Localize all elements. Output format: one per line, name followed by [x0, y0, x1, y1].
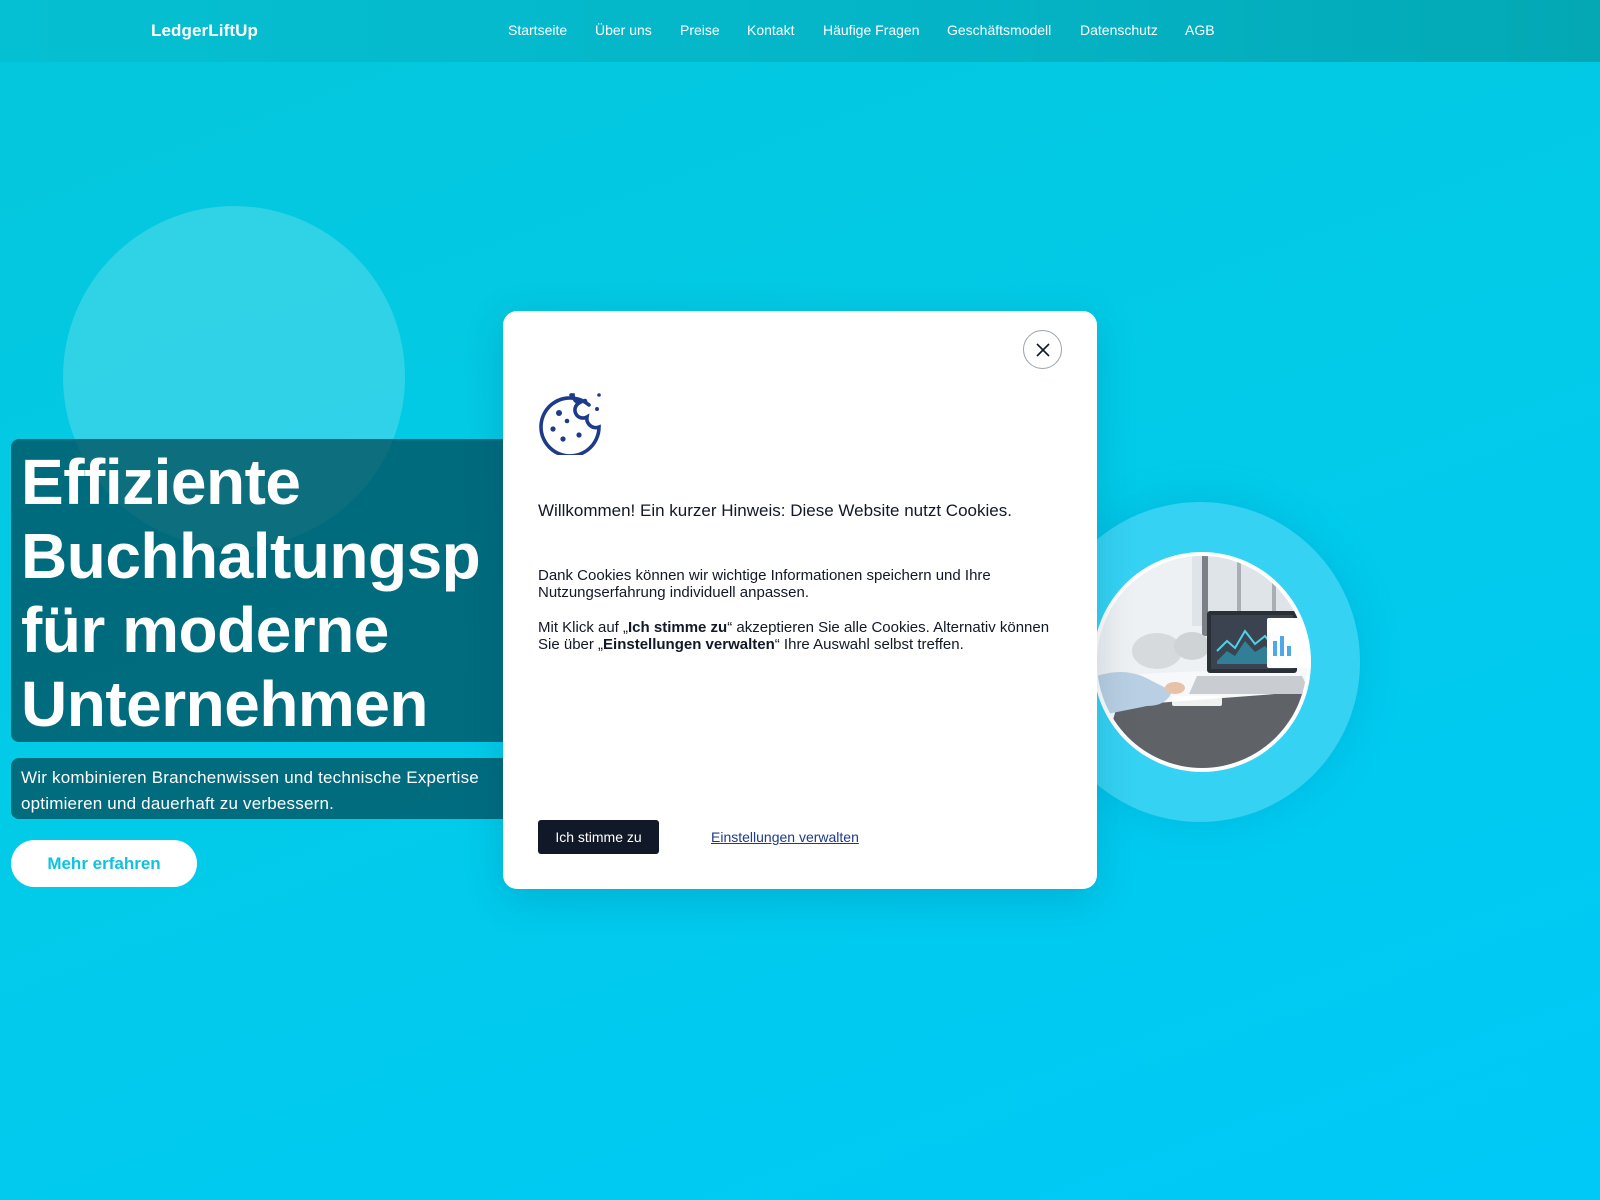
- manage-settings-link[interactable]: Einstellungen verwalten: [711, 829, 859, 845]
- nav-link-haeufige-fragen[interactable]: Häufige Fragen: [823, 22, 920, 38]
- hero-title-line: Unternehmen: [21, 668, 429, 740]
- top-navigation-bar: LedgerLiftUp Startseite Über uns Preise …: [0, 0, 1600, 62]
- hero-title-line: Effiziente: [21, 446, 301, 518]
- office-laptop-illustration: [1097, 556, 1307, 768]
- hero-title-line: Buchhaltungsp: [21, 520, 481, 592]
- cookie-dialog-title: Willkommen! Ein kurzer Hinweis: Diese We…: [538, 501, 1012, 520]
- hero-subtitle-line: optimieren und dauerhaft zu verbessern.: [21, 794, 335, 813]
- nav-link-startseite[interactable]: Startseite: [508, 22, 567, 38]
- nav-link-preise[interactable]: Preise: [680, 22, 720, 38]
- instructions-manage-ref: Einstellungen verwalten: [603, 636, 775, 653]
- main-nav: Startseite Über uns Preise Kontakt Häufi…: [0, 22, 1600, 42]
- hero-subtitle-panel: Wir kombinieren Branchenwissen und techn…: [11, 758, 531, 819]
- nav-link-agb[interactable]: AGB: [1185, 22, 1215, 38]
- hero-subtitle: Wir kombinieren Branchenwissen und techn…: [21, 765, 531, 817]
- cookie-consent-dialog: Willkommen! Ein kurzer Hinweis: Diese We…: [503, 311, 1097, 889]
- cookie-icon: [539, 393, 601, 455]
- hero-title: Effiziente Buchhaltungsp für moderne Unt…: [21, 445, 531, 741]
- cookie-dialog-instructions: Mit Klick auf „Ich stimme zu“ akzeptiere…: [538, 619, 1068, 653]
- hero-title-line: für moderne: [21, 594, 389, 666]
- instructions-text: “ Ihre Auswahl selbst treffen.: [774, 636, 964, 653]
- close-icon: [1036, 343, 1050, 357]
- cookie-dialog-description: Dank Cookies können wir wichtige Informa…: [538, 567, 991, 601]
- nav-link-geschaeftsmodell[interactable]: Geschäftsmodell: [947, 22, 1051, 38]
- instructions-accept-ref: Ich stimme zu: [628, 619, 728, 636]
- hero-office-photo: [1093, 552, 1311, 772]
- close-dialog-button[interactable]: [1023, 330, 1062, 369]
- instructions-text: Mit Klick auf „: [538, 619, 629, 636]
- nav-link-datenschutz[interactable]: Datenschutz: [1080, 22, 1158, 38]
- hero-subtitle-line: Wir kombinieren Branchenwissen und techn…: [21, 768, 479, 787]
- nav-link-ueber-uns[interactable]: Über uns: [595, 22, 652, 38]
- accept-cookies-button[interactable]: Ich stimme zu: [538, 820, 659, 854]
- mehr-erfahren-button[interactable]: Mehr erfahren: [11, 840, 197, 887]
- hero-title-panel: Effiziente Buchhaltungsp für moderne Unt…: [11, 439, 531, 742]
- nav-link-kontakt[interactable]: Kontakt: [747, 22, 794, 38]
